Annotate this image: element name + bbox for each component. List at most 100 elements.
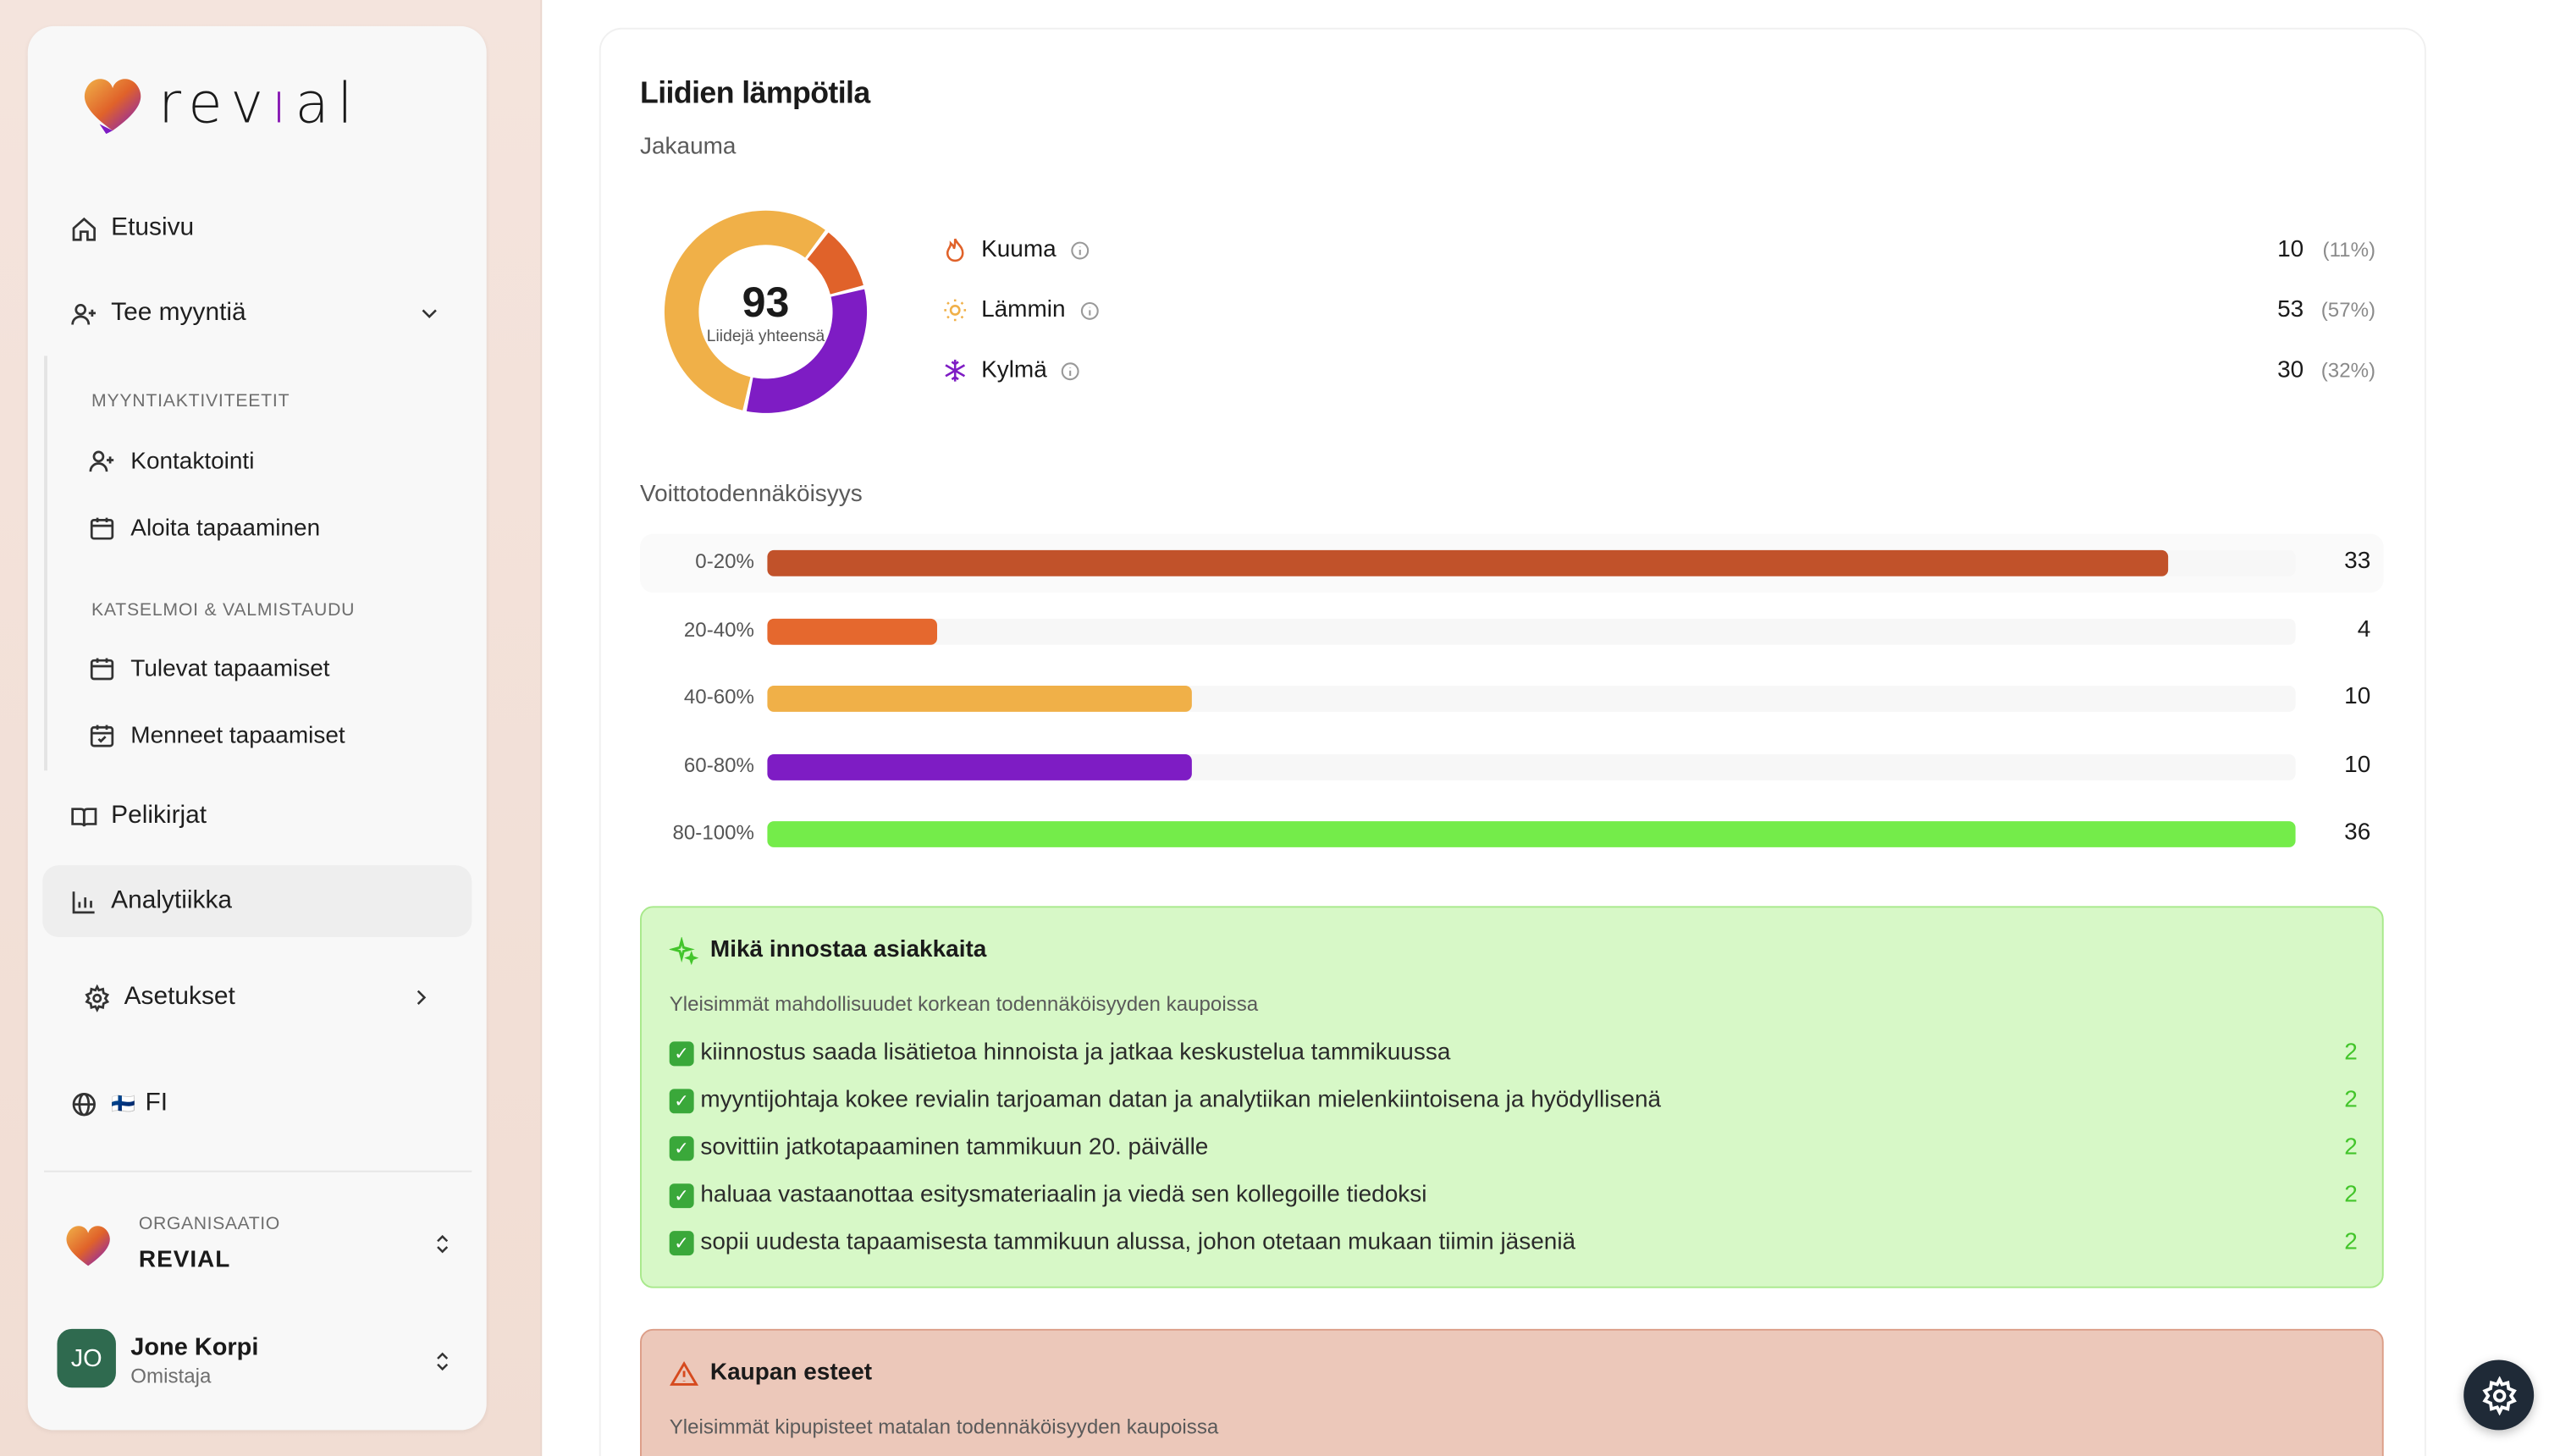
org-label: ORGANISAATIO <box>138 1214 280 1234</box>
bar[interactable] <box>767 753 1192 780</box>
nav-past-meetings[interactable]: Menneet tapaamiset <box>75 709 444 764</box>
legend-hot-value: 10 <box>2277 236 2304 263</box>
settings-fab-button[interactable] <box>2463 1359 2535 1431</box>
list-item: ✓ sopii uudesta tapaamisesta tammikuun al… <box>669 1224 2358 1260</box>
list-item-count: 2 <box>2344 1087 2358 1114</box>
bar-value-label: 36 <box>2344 819 2371 846</box>
nav-playbooks-label: Pelikirjat <box>111 801 207 830</box>
bar[interactable] <box>767 549 2169 576</box>
chevrons-up-down-icon <box>437 1352 449 1371</box>
nav-contacting[interactable]: Kontaktointi <box>75 434 444 490</box>
submenu-rail <box>44 356 47 771</box>
checkmark-icon: ✓ <box>669 1183 694 1208</box>
nav-past-label: Menneet tapaamiset <box>130 723 345 750</box>
bar-row: 20-40% 4 <box>640 602 2384 660</box>
motivators-title: Mikä innostaa asiakkaita <box>709 936 987 963</box>
section-label-review: KATSELMOI & VALMISTAUDU <box>91 600 356 620</box>
nav-home-label: Etusivu <box>111 213 195 242</box>
language-label: FI <box>145 1089 168 1117</box>
list-item: ✓ haluaa vastaanottaa esitysmateriaalin j… <box>669 1177 2358 1212</box>
checkmark-icon: ✓ <box>669 1135 694 1161</box>
sparkles-icon <box>669 936 699 966</box>
list-item-text: sopii uudesta tapaamisesta tammikuun alu… <box>700 1229 1576 1256</box>
nav-analytics[interactable]: Analytiikka <box>42 865 472 937</box>
chevron-right-icon <box>417 990 427 1005</box>
bar-row: 0-20% 33 <box>639 533 2384 593</box>
bar-track <box>767 753 2296 780</box>
distribution-subtitle: Jakauma <box>639 134 737 160</box>
user-plus-icon <box>88 447 118 477</box>
obstacles-subtitle: Yleisimmät kipupisteet matalan todennäkö… <box>669 1415 1219 1439</box>
bar[interactable] <box>767 617 937 644</box>
bar-track <box>767 821 2296 847</box>
gear-icon <box>2481 1375 2516 1415</box>
bar-track <box>767 549 2296 576</box>
logo-heart-icon <box>84 79 141 135</box>
nav-upcoming-label: Tulevat tapaamiset <box>130 656 330 683</box>
nav-sell-label: Tee myyntiä <box>111 298 246 327</box>
logo-wordmark: revıal <box>158 71 361 137</box>
legend-cold-percent: (32%) <box>2320 359 2376 383</box>
list-item-count: 2 <box>2344 1134 2358 1161</box>
bar-row: 40-60% 10 <box>640 670 2384 728</box>
info-icon[interactable] <box>1079 300 1100 321</box>
bar-category-label: 20-40% <box>683 617 754 641</box>
list-item-text: kiinnostus saada lisätietoa hinnoista ja… <box>700 1040 1451 1067</box>
brand-logo[interactable]: revıal <box>77 69 361 141</box>
list-item-text: sovittiin jatkotapaaminen tammikuun 20. … <box>700 1134 1209 1161</box>
org-logo-icon <box>66 1226 110 1266</box>
list-item-count: 2 <box>2344 1040 2358 1067</box>
finland-flag-icon: 🇫🇮 <box>111 1092 135 1116</box>
bar-track <box>767 617 2296 644</box>
bar[interactable] <box>767 821 2296 847</box>
legend-hot-label: Kuuma <box>981 236 1057 263</box>
legend-cold-value: 30 <box>2277 357 2304 384</box>
bar-value-label: 4 <box>2357 616 2371 643</box>
bar-row: 80-100% 36 <box>640 805 2384 863</box>
nav-analytics-label: Analytiikka <box>111 886 233 914</box>
user-menu[interactable]: JO Jone Korpi Omistaja <box>57 1328 458 1394</box>
total-leads-label: Liidejä yhteensä <box>706 328 825 346</box>
user-role: Omistaja <box>130 1365 212 1388</box>
bar-chart-icon <box>69 886 98 916</box>
nav-sell[interactable]: Tee myyntiä <box>42 281 472 346</box>
info-icon[interactable] <box>1060 360 1081 381</box>
org-name: REVIAL <box>138 1247 231 1274</box>
checkmark-icon: ✓ <box>669 1230 694 1255</box>
organization-switcher[interactable]: ORGANISAATIO REVIAL <box>57 1208 458 1283</box>
flame-icon <box>942 237 968 263</box>
bar-category-label: 80-100% <box>672 821 754 845</box>
home-icon <box>69 214 98 244</box>
sun-icon <box>942 297 968 323</box>
list-item-text: myyntijohtaja kokee revialin tarjoaman d… <box>700 1087 1662 1114</box>
list-item-count: 2 <box>2344 1182 2358 1209</box>
snowflake-icon <box>942 357 968 383</box>
list-item: ✓ sovittiin jatkotapaaminen tammikuun 20.… <box>669 1130 2358 1166</box>
user-plus-icon <box>69 299 98 328</box>
nav-settings[interactable]: Asetukset <box>56 965 457 1030</box>
card-title: Liidien lämpötila <box>639 74 870 110</box>
nav-settings-label: Asetukset <box>124 982 235 1011</box>
list-item: ✓ kiinnostus saada lisätietoa hinnoista j… <box>669 1035 2358 1071</box>
nav-upcoming-meetings[interactable]: Tulevat tapaamiset <box>75 642 444 698</box>
nav-contacting-label: Kontaktointi <box>130 449 255 476</box>
nav-start-meeting[interactable]: Aloita tapaaminen <box>75 501 444 557</box>
nav-playbooks[interactable]: Pelikirjat <box>42 784 472 849</box>
book-open-icon <box>69 802 98 831</box>
list-item-count: 2 <box>2344 1229 2358 1256</box>
legend-warm-percent: (57%) <box>2320 298 2376 322</box>
nav-home[interactable]: Etusivu <box>42 196 472 261</box>
info-icon[interactable] <box>1069 240 1090 261</box>
calendar-check-icon <box>88 721 118 751</box>
bar-category-label: 60-80% <box>683 753 754 777</box>
language-selector[interactable]: 🇫🇮 FI <box>42 1071 472 1136</box>
bar-category-label: 40-60% <box>683 685 754 709</box>
nav-start-meeting-label: Aloita tapaaminen <box>130 516 321 543</box>
bar-value-label: 10 <box>2344 752 2371 778</box>
legend-warm-value: 53 <box>2277 296 2304 323</box>
bar[interactable] <box>767 685 1192 712</box>
list-item-text: haluaa vastaanottaa esitysmateriaalin ja… <box>700 1182 1427 1209</box>
sidebar-divider <box>44 1170 472 1172</box>
gear-icon <box>81 983 111 1012</box>
calendar-icon <box>88 514 118 543</box>
